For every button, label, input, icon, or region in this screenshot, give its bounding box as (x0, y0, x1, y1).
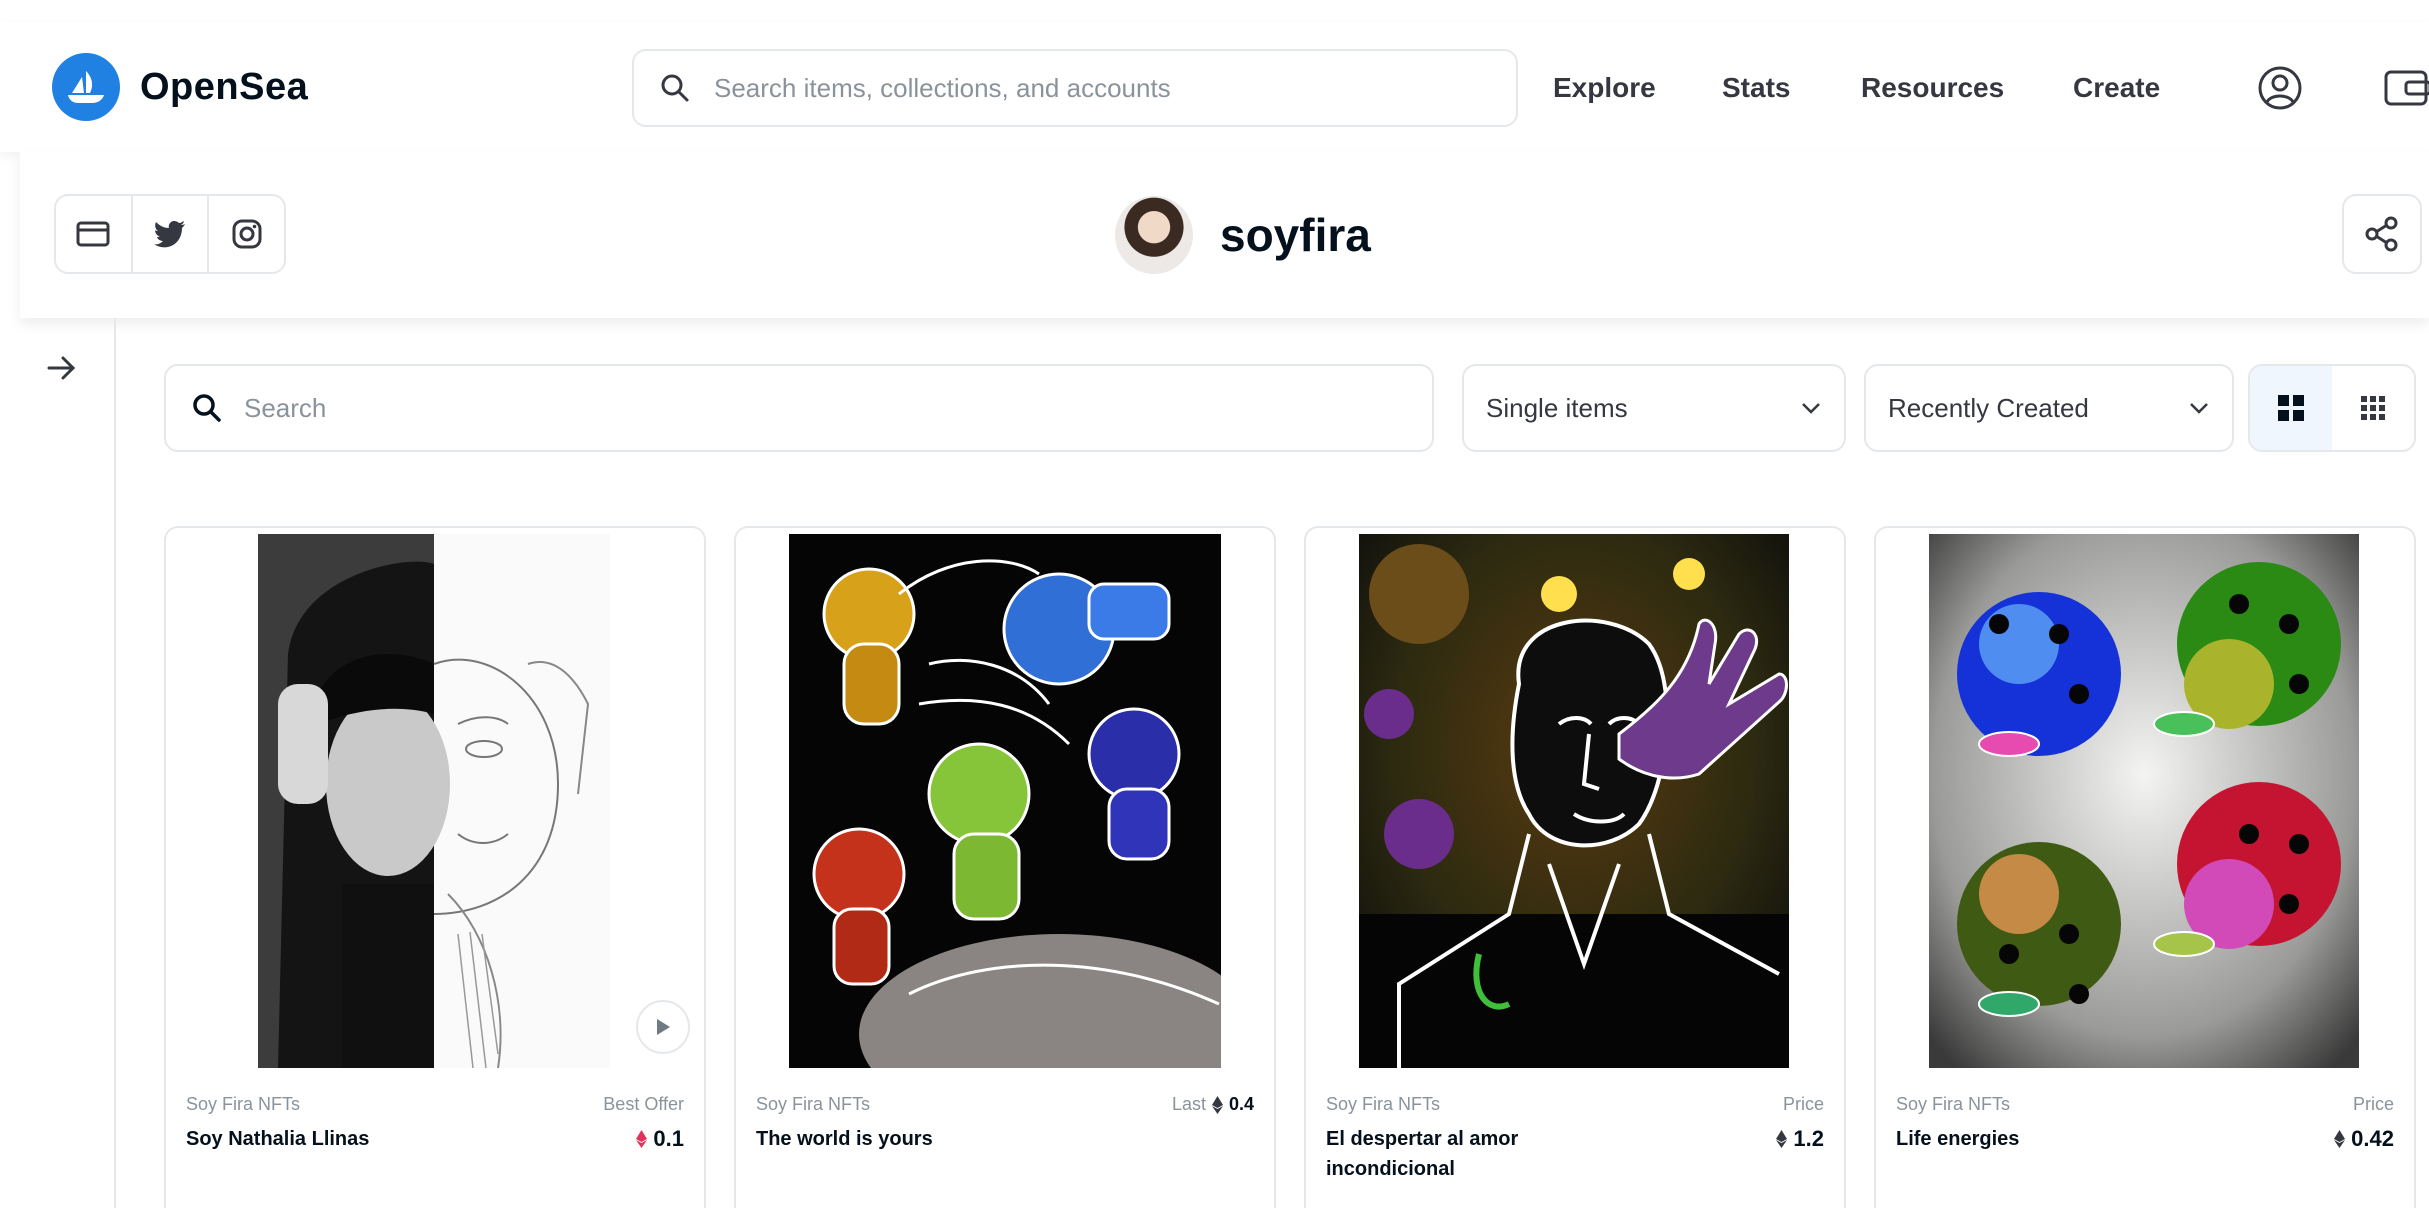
account-icon[interactable] (2252, 60, 2308, 116)
social-links (54, 194, 286, 274)
item-type-select[interactable]: Single items (1462, 364, 1846, 452)
nft-card[interactable]: Soy Fira NFTs El despertar al amor incon… (1304, 526, 1846, 1208)
nft-image[interactable] (1929, 534, 2359, 1068)
nft-image[interactable] (1359, 534, 1789, 1068)
card-price-label: Price (1782, 1094, 1824, 1114)
eth-icon (1211, 1095, 1223, 1114)
card-price-label: Best Offer (603, 1094, 684, 1114)
top-navbar: OpenSea Search items, collections, and a… (0, 22, 2429, 152)
card-last-value: 0.4 (1228, 1094, 1254, 1114)
small-grid-icon (2361, 396, 2385, 420)
small-grid-button[interactable] (2332, 366, 2414, 450)
share-button[interactable] (2342, 194, 2422, 274)
card-collection[interactable]: Soy Fira NFTs (1896, 1094, 2010, 1115)
global-search-placeholder: Search items, collections, and accounts (714, 72, 1171, 103)
share-icon (2365, 216, 2398, 252)
large-grid-button[interactable] (2250, 366, 2332, 450)
card-price: 0.42 (2334, 1126, 2394, 1152)
card-last-price: Last 0.4 (1172, 1094, 1254, 1115)
logo-text: OpenSea (140, 65, 309, 108)
card-collection[interactable]: Soy Fira NFTs (186, 1094, 300, 1115)
card-title: El despertar al amor incondicional (1326, 1128, 1519, 1180)
global-search-input[interactable]: Search items, collections, and accounts (632, 49, 1518, 127)
sort-value: Recently Created (1888, 392, 2089, 423)
card-price-value: 1.2 (1793, 1126, 1824, 1151)
twitter-icon (154, 221, 185, 248)
card-price: 1.2 (1776, 1126, 1824, 1152)
nft-card[interactable]: Soy Fira NFTs Life energies Price 0.42 (1874, 526, 2416, 1208)
arrow-right-icon[interactable] (44, 350, 80, 386)
card-collection[interactable]: Soy Fira NFTs (1326, 1094, 1440, 1115)
twitter-button[interactable] (133, 196, 210, 272)
nft-card[interactable]: Soy Fira NFTs Soy Nathalia Llinas Best O… (164, 526, 706, 1208)
filter-sidebar (20, 318, 116, 1208)
nav-explore[interactable]: Explore (1553, 72, 1656, 104)
card-price: 0.1 (636, 1126, 684, 1152)
card-title: Life energies (1896, 1128, 2020, 1150)
card-title: Soy Nathalia Llinas (186, 1128, 370, 1150)
sort-select[interactable]: Recently Created (1864, 364, 2234, 452)
nav-resources[interactable]: Resources (1861, 72, 2004, 104)
card-last-label: Last (1171, 1094, 1206, 1114)
play-button[interactable] (636, 1000, 690, 1054)
chevron-down-icon (1802, 403, 1820, 414)
search-icon (661, 74, 689, 102)
nft-card[interactable]: Soy Fira NFTs The world is yours Last 0.… (734, 526, 1276, 1208)
chevron-down-icon (2190, 403, 2208, 414)
item-type-value: Single items (1486, 392, 1628, 423)
nft-image[interactable] (258, 534, 610, 1068)
play-icon (657, 1019, 670, 1035)
card-price-value: 0.1 (653, 1126, 684, 1151)
wallet-icon[interactable] (2380, 60, 2429, 116)
profile-name: soyfira (1220, 209, 1371, 261)
card-title: The world is yours (756, 1128, 933, 1150)
eth-icon (1776, 1130, 1788, 1148)
eth-icon (2334, 1130, 2346, 1148)
grid-view-toggle (2248, 364, 2416, 452)
instagram-icon (232, 219, 262, 249)
item-search-placeholder: Search (244, 392, 327, 423)
card-price-value: 0.42 (2351, 1126, 2394, 1151)
profile-avatar[interactable] (1115, 196, 1193, 274)
large-grid-icon (2278, 395, 2304, 421)
instagram-button[interactable] (209, 196, 284, 272)
nav-create[interactable]: Create (2073, 72, 2160, 104)
opensea-logo-icon (52, 53, 120, 121)
item-search-input[interactable]: Search (164, 364, 1434, 452)
website-button[interactable] (56, 196, 133, 272)
opensea-logo[interactable]: OpenSea (52, 53, 308, 121)
card-collection[interactable]: Soy Fira NFTs (756, 1094, 870, 1115)
nav-stats[interactable]: Stats (1722, 72, 1790, 104)
profile-header: soyfira (20, 152, 2429, 318)
search-icon (193, 394, 221, 422)
website-icon (76, 221, 110, 247)
card-price-label: Price (2352, 1094, 2394, 1114)
weth-icon (636, 1130, 648, 1148)
nft-image[interactable] (789, 534, 1221, 1068)
